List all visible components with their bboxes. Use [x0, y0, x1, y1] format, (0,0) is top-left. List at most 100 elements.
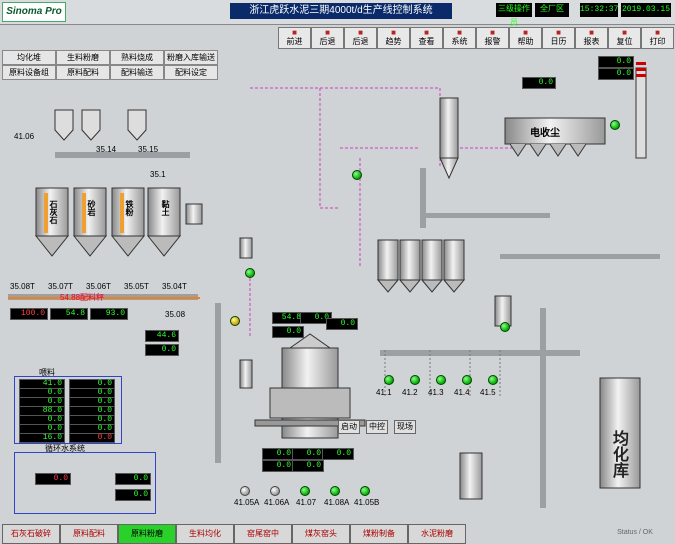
toolbar-button-4[interactable]: ■ 查看: [410, 27, 443, 49]
footer-tab-6[interactable]: 煤粉制备: [350, 524, 408, 544]
dust-collector-label: 电收尘: [530, 128, 560, 139]
silo-label-sandstone: 砂岩: [87, 200, 96, 216]
system-icon: ■: [457, 28, 462, 37]
toolbar-button-label: 复位: [616, 37, 633, 46]
mill-value-4: 0.0: [272, 326, 304, 338]
belt-label-3: 35.06T: [86, 282, 111, 291]
footer-tab-4[interactable]: 窑尾窑中: [234, 524, 292, 544]
motor-indicator[interactable]: [500, 322, 510, 332]
motor-indicator[interactable]: [436, 375, 446, 385]
toolbar-button-0[interactable]: ■ 前进: [278, 27, 311, 49]
silo-label-limestone: 石灰石: [49, 200, 58, 224]
toolbar-button-label: 系统: [451, 37, 468, 46]
motor-indicator[interactable]: [410, 375, 420, 385]
bottom-motor-label-5: 41.05B: [354, 498, 380, 507]
toolbar-button-label: 报表: [583, 37, 600, 46]
toolbar-button-3[interactable]: ■ 趋势: [377, 27, 410, 49]
feed-value-3: 93.0: [90, 308, 128, 320]
toolbar-button-label: 后退: [352, 37, 369, 46]
footer-tab-2[interactable]: 原料粉磨: [118, 524, 176, 544]
water-value-1: 0.0: [35, 473, 71, 485]
motor-label-2: 41.2: [402, 388, 418, 397]
toolbar-button-6[interactable]: ■ 报警: [476, 27, 509, 49]
mill-value-7: 0.0: [322, 448, 354, 460]
status-bar-right: Status / OK: [617, 529, 653, 536]
motor-indicator[interactable]: [488, 375, 498, 385]
area-display[interactable]: 全厂区: [535, 3, 569, 17]
bottom-motor-label-2: 41.06A: [264, 498, 290, 507]
motor-indicator[interactable]: [240, 486, 250, 496]
mill-central-button[interactable]: 中控: [366, 420, 388, 434]
scale-label-1: 41.06: [14, 132, 35, 141]
trend-icon: ■: [391, 28, 396, 37]
water-value-3: 0.0: [115, 489, 151, 501]
toolbar-button-11[interactable]: ■ 打印: [641, 27, 674, 49]
belt-label-5: 35.04T: [162, 282, 187, 291]
footer-tab-5[interactable]: 煤灰窑头: [292, 524, 350, 544]
toolbar-button-9[interactable]: ■ 报表: [575, 27, 608, 49]
toolbar-button-label: 帮助: [517, 37, 534, 46]
motor-indicator[interactable]: [360, 486, 370, 496]
scale-label-3: 35.15: [138, 145, 159, 154]
arrow-left-icon: ■: [325, 28, 330, 37]
company-logo: Sinoma Pro: [2, 2, 66, 22]
footer-tab-3[interactable]: 生料均化: [176, 524, 234, 544]
toolbar-button-1[interactable]: ■ 后退: [311, 27, 344, 49]
alarm-icon: ■: [490, 28, 495, 37]
toolbar-button-label: 查看: [418, 37, 435, 46]
report-icon: ■: [589, 28, 594, 37]
bottom-motor-label-1: 41.05A: [234, 498, 260, 507]
mid-value-1: 44.6: [145, 330, 179, 342]
toolbar-button-5[interactable]: ■ 系统: [443, 27, 476, 49]
belt-label-1: 35.08T: [10, 282, 35, 291]
footer-tab-0[interactable]: 石灰石破碎: [2, 524, 60, 544]
bottom-motor-label-4: 41.08A: [324, 498, 350, 507]
dust-value-1: 0.0: [522, 77, 556, 89]
motor-label-5: 41.5: [480, 388, 496, 397]
view-icon: ■: [424, 28, 429, 37]
chimney-value-1: 0.0: [598, 56, 634, 68]
help-icon: ■: [523, 28, 528, 37]
mill-value-5: 0.0: [262, 448, 294, 460]
homogenizing-silo-label: 均化库: [610, 430, 627, 478]
motor-label-3: 41.3: [428, 388, 444, 397]
motor-indicator[interactable]: [230, 316, 240, 326]
calendar-icon: ■: [556, 28, 561, 37]
motor-indicator[interactable]: [270, 486, 280, 496]
belt-label-2: 35.07T: [48, 282, 73, 291]
chimney-value-2: 0.0: [598, 68, 634, 80]
toolbar-button-label: 打印: [649, 37, 666, 46]
toolbar-button-7[interactable]: ■ 帮助: [509, 27, 542, 49]
mill-value-3: 0.0: [326, 318, 358, 330]
silo-label-iron: 铁粉: [125, 200, 134, 216]
feed-value-2: 54.8: [50, 308, 88, 320]
back-icon: ■: [358, 28, 363, 37]
water-value-2: 0.0: [115, 473, 151, 485]
water-panel-title: 循环水系统: [45, 444, 85, 453]
toolbar-button-label: 趋势: [385, 37, 402, 46]
batching-scale-label: 54.88配料秤: [60, 293, 105, 302]
motor-indicator[interactable]: [384, 375, 394, 385]
footer-tab-1[interactable]: 原料配料: [60, 524, 118, 544]
system-title: 浙江虎跃水泥三期4000t/d生产线控制系统: [230, 3, 452, 19]
time-display: 15:32:37: [580, 3, 618, 17]
feed-panel-value: 0.0: [69, 433, 115, 443]
motor-indicator[interactable]: [300, 486, 310, 496]
motor-label-1: 41.1: [376, 388, 392, 397]
scale-label-4: 35.1: [150, 170, 166, 179]
mill-start-button[interactable]: 启动: [338, 420, 360, 434]
toolbar-button-10[interactable]: ■ 复位: [608, 27, 641, 49]
mid-value-2: 0.0: [145, 344, 179, 356]
mill-local-button[interactable]: 现场: [394, 420, 416, 434]
motor-indicator[interactable]: [330, 486, 340, 496]
toolbar-button-8[interactable]: ■ 日历: [542, 27, 575, 49]
motor-indicator[interactable]: [352, 170, 362, 180]
arrow-right-icon: ■: [292, 28, 297, 37]
motor-indicator[interactable]: [462, 375, 472, 385]
motor-indicator[interactable]: [610, 120, 620, 130]
mill-value-8: 0.0: [262, 460, 294, 472]
toolbar-button-2[interactable]: ■ 后退: [344, 27, 377, 49]
motor-indicator[interactable]: [245, 268, 255, 278]
footer-tab-7[interactable]: 水泥粉磨: [408, 524, 466, 544]
feed-panel-value: 16.0: [19, 433, 65, 443]
